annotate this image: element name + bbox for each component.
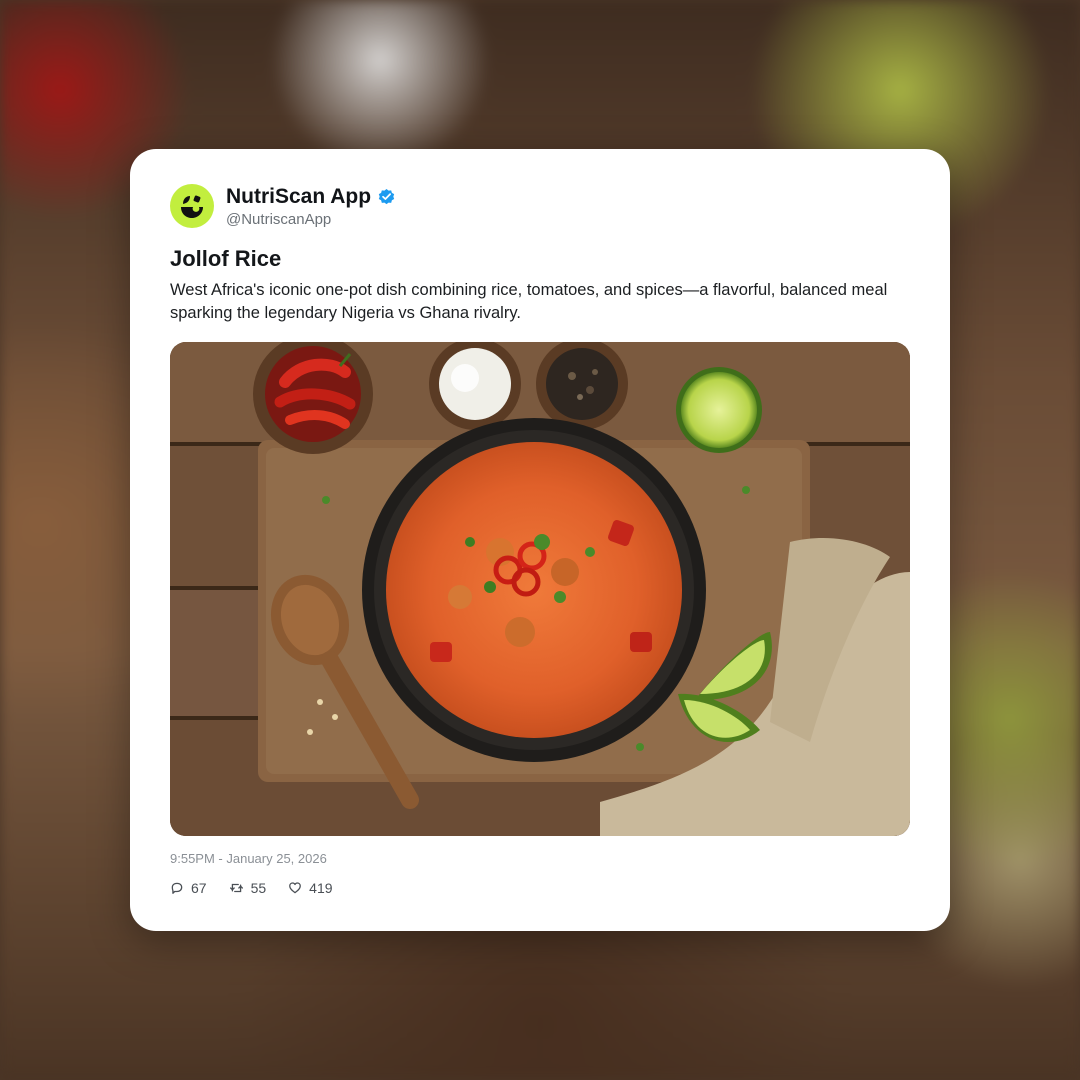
- reply-icon: [171, 882, 183, 894]
- heart-icon: [289, 882, 302, 894]
- post-title: Jollof Rice: [170, 246, 282, 271]
- author-names: NutriScan App @NutriscanApp: [226, 186, 396, 227]
- author-handle[interactable]: @NutriscanApp: [226, 212, 396, 227]
- like-count: 419: [309, 880, 333, 896]
- verified-badge-icon: [377, 187, 396, 206]
- jollof-rice-photo[interactable]: [170, 342, 910, 836]
- repost-icon: [229, 883, 243, 893]
- nutriscan-logo-icon: [181, 195, 203, 218]
- repost-count: 55: [250, 880, 267, 896]
- post-header: NutriScan App @NutriscanApp: [170, 184, 396, 228]
- like-button[interactable]: 419: [288, 880, 333, 896]
- avatar[interactable]: [170, 184, 214, 228]
- post-card: NutriScan App @NutriscanApp Jollof Rice …: [130, 149, 950, 931]
- reply-button[interactable]: 67: [170, 880, 207, 896]
- reply-count: 67: [191, 880, 207, 896]
- post-description: West Africa's iconic one-pot dish combin…: [170, 281, 888, 322]
- repost-button[interactable]: 55: [229, 880, 267, 896]
- author-display-name[interactable]: NutriScan App: [226, 186, 371, 207]
- post-timestamp[interactable]: 9:55PM - January 25, 2026: [170, 851, 327, 866]
- engagement-bar: 67 55 419: [170, 880, 355, 896]
- author-name-row: NutriScan App: [226, 186, 396, 207]
